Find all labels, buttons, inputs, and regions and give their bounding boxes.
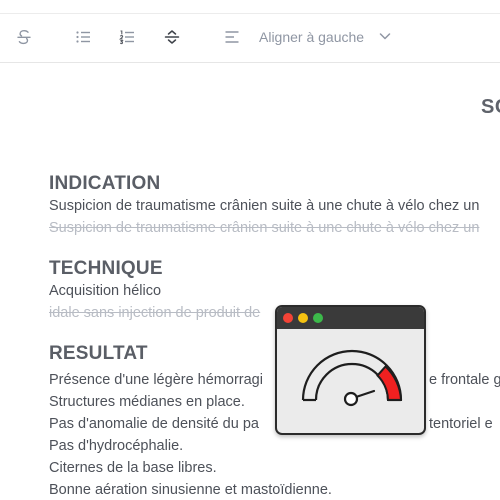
document-line: Bonne aération sinusienne et mastoïdienn… [49,482,332,498]
editor-page: Aligner à gauche SC INDICATION Suspicion… [0,0,500,500]
maximize-dot-icon [313,313,323,323]
speedometer-icon [297,343,407,418]
align-dropdown-label[interactable]: Aligner à gauche [259,29,364,45]
bullet-list-icon [75,29,91,45]
numbered-list-icon [119,29,135,45]
chevron-down-icon[interactable] [377,28,393,44]
align-left-button[interactable] [222,27,242,47]
document-title: SC [481,96,500,118]
section-heading-indication: INDICATION [49,173,161,194]
document-line: Acquisition hélico [49,283,162,299]
document-line: Suspicion de traumatisme crânien suite à… [49,198,480,214]
document-line: Présence d'une légère hémorragi [49,372,263,388]
strikethrough-icon [16,29,32,45]
document-line: Pas d'anomalie de densité du pa [49,416,259,432]
document-line-deleted: Suspicion de traumatisme crânien suite à… [49,220,480,236]
bullet-list-button[interactable] [73,27,93,47]
align-left-icon [224,29,240,45]
gauge-app-window-icon[interactable] [275,305,426,435]
minimize-dot-icon [298,313,308,323]
strikethrough-button[interactable] [14,27,34,47]
document-line-tail: tentoriel e [429,416,493,432]
section-heading-resultat: RESULTAT [49,343,148,364]
document-line-tail: e frontale g [429,372,500,388]
window-titlebar [277,307,424,329]
document-line-deleted: idale sans injection de produit de [49,305,261,321]
document-line: Pas d'hydrocéphalie. [49,438,184,454]
formatting-toolbar: Aligner à gauche [0,0,500,63]
numbered-list-button[interactable] [117,27,137,47]
close-dot-icon [283,313,293,323]
horizontal-rule-icon [164,29,180,45]
document-line: Citernes de la base libres. [49,460,217,476]
horizontal-rule-button[interactable] [162,27,182,47]
toolbar-top-divider [0,13,500,14]
section-heading-technique: TECHNIQUE [49,258,163,279]
document-line: Structures médianes en place. [49,394,245,410]
